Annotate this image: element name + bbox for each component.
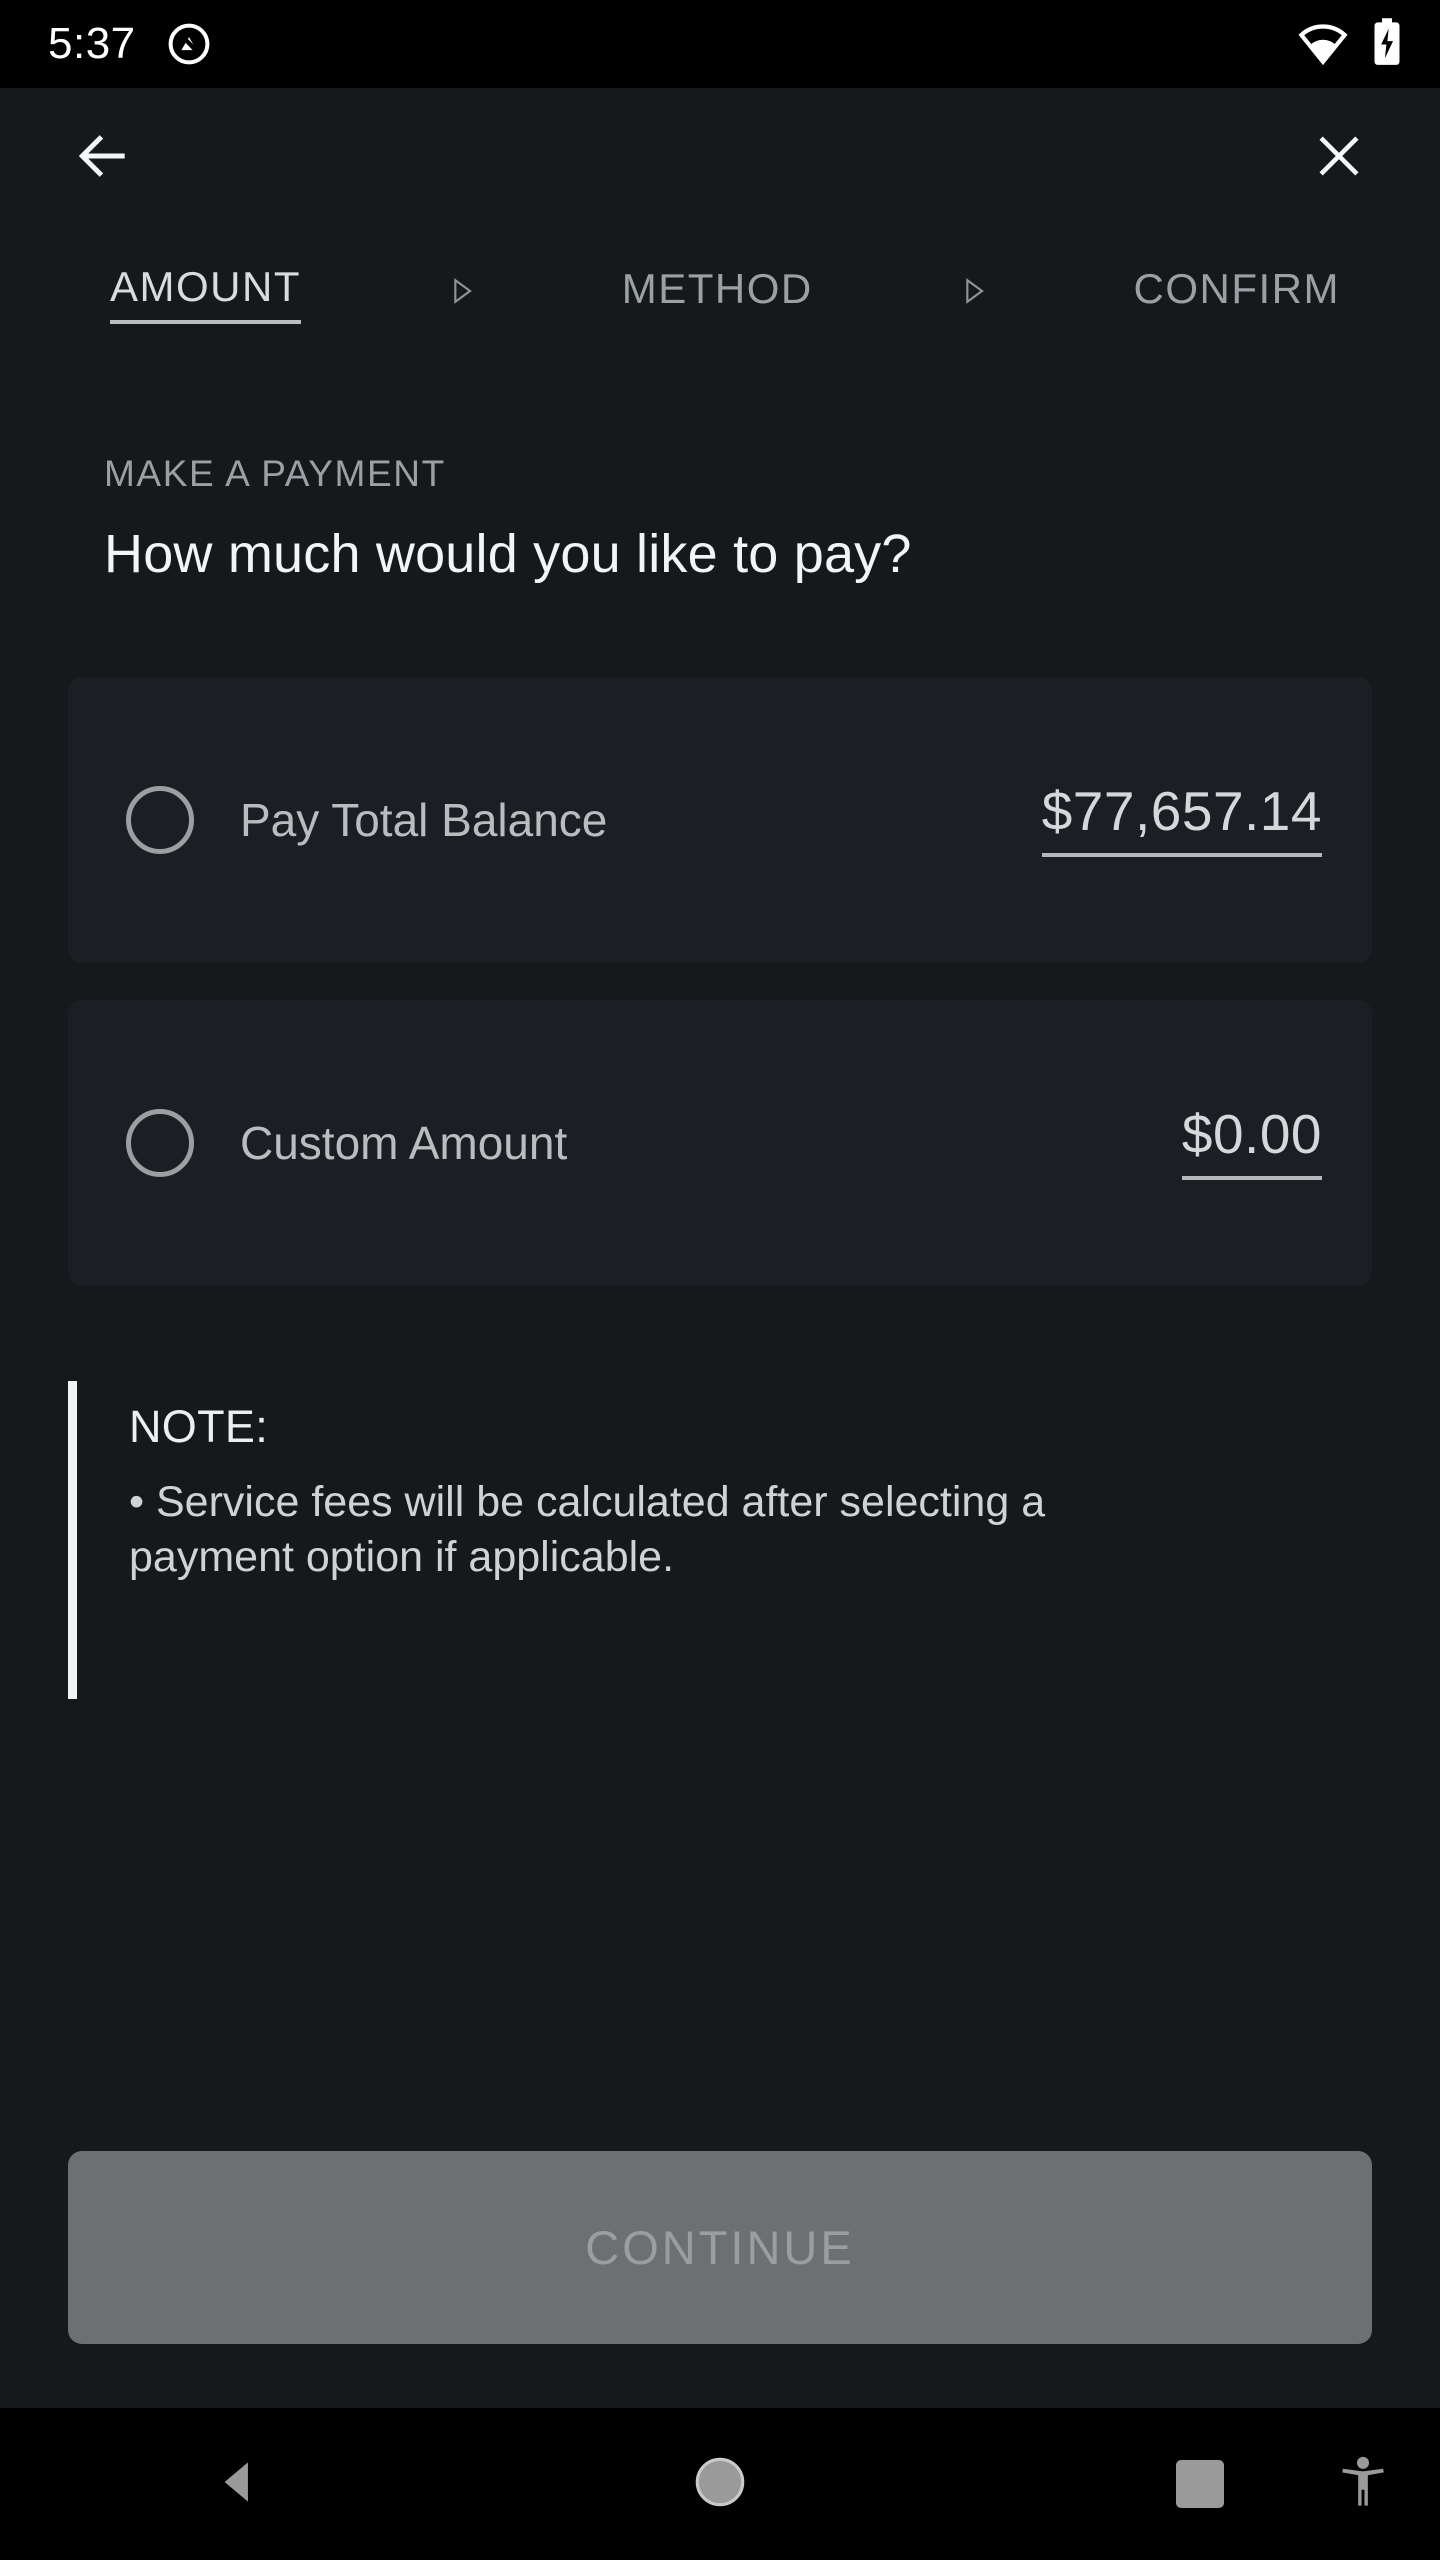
continue-button-label: CONTINUE [585, 2221, 855, 2274]
circle-slash-notification-icon [166, 21, 212, 67]
page-title: How much would you like to pay? [104, 524, 912, 584]
battery-charging-icon [1370, 17, 1404, 72]
payment-option-label: Pay Total Balance [240, 794, 608, 846]
system-back-button[interactable] [0, 2408, 480, 2560]
app-screen: 5:37 AMOUNT METHOD CONFIRM MAKE A PAYMEN… [0, 0, 1440, 2560]
status-bar-right-icons [1298, 17, 1404, 72]
payment-option-custom-amount[interactable]: Custom Amount $0.00 [68, 1000, 1372, 1286]
close-button[interactable] [1293, 112, 1385, 204]
note-body: • Service fees will be calculated after … [129, 1478, 1046, 1582]
accessibility-person-icon [1334, 2453, 1392, 2516]
step-confirm[interactable]: CONFIRM [1134, 265, 1340, 322]
top-navigation-bar [0, 88, 1440, 228]
payment-options-list: Pay Total Balance $77,657.14 Custom Amou… [0, 585, 1440, 1286]
triangle-right-icon [454, 278, 473, 304]
back-arrow-icon [73, 125, 135, 192]
status-bar-clock: 5:37 [48, 19, 136, 68]
payment-option-pay-total-balance[interactable]: Pay Total Balance $77,657.14 [68, 677, 1372, 963]
payment-option-label: Custom Amount [240, 1117, 568, 1169]
step-indicator: AMOUNT METHOD CONFIRM [0, 228, 1440, 358]
wifi-icon [1298, 17, 1348, 72]
page-header: MAKE A PAYMENT How much would you like t… [0, 358, 1440, 585]
section-eyebrow: MAKE A PAYMENT [104, 453, 446, 494]
back-button[interactable] [58, 112, 150, 204]
total-balance-amount[interactable]: $77,657.14 [1041, 782, 1322, 858]
close-icon [1310, 127, 1368, 190]
step-separator-2 [813, 274, 1134, 312]
cta-container: CONTINUE [0, 2151, 1440, 2408]
note-title: NOTE: [129, 1401, 269, 1452]
status-bar: 5:37 [0, 0, 1440, 88]
circle-home-icon [691, 2453, 749, 2516]
note-callout: NOTE: • Service fees will be calculated … [68, 1381, 1440, 1699]
triangle-right-icon [966, 278, 985, 304]
step-separator-1 [301, 274, 622, 312]
system-navigation-bar [0, 2408, 1440, 2560]
custom-amount-input[interactable]: $0.00 [1181, 1105, 1322, 1181]
radio-unchecked-icon[interactable] [126, 786, 194, 854]
radio-unchecked-icon[interactable] [126, 1109, 194, 1177]
continue-button[interactable]: CONTINUE [68, 2151, 1372, 2344]
accessibility-button[interactable] [1334, 2453, 1392, 2516]
square-recents-icon [1176, 2460, 1224, 2508]
step-method[interactable]: METHOD [622, 265, 813, 322]
system-home-button[interactable] [480, 2408, 960, 2560]
step-amount[interactable]: AMOUNT [110, 263, 301, 324]
triangle-back-icon [212, 2454, 268, 2515]
